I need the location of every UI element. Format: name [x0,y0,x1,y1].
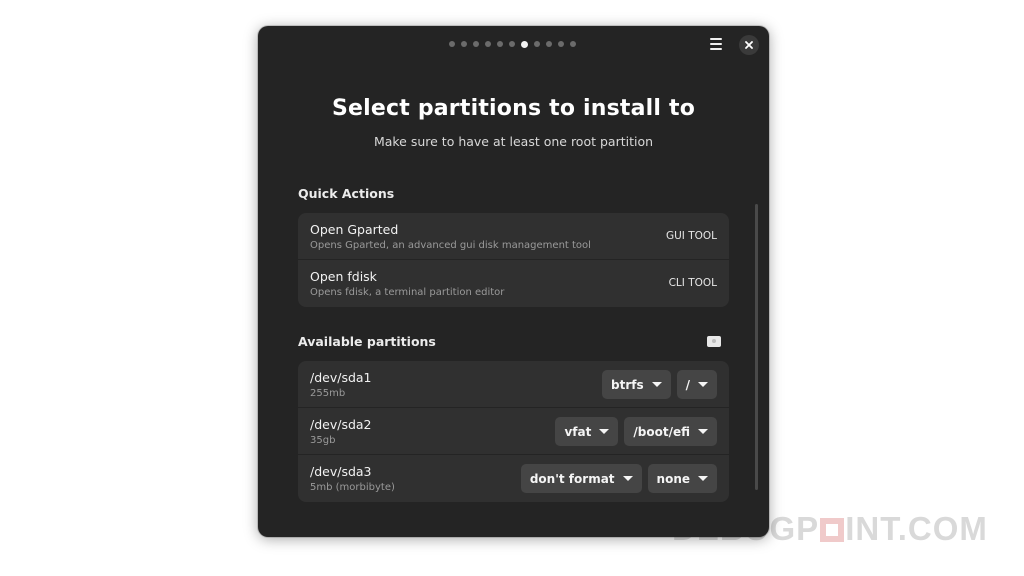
page-dot[interactable] [485,41,491,47]
quick-action-fdisk[interactable]: Open fdisk Opens fdisk, a terminal parti… [298,260,729,307]
page-dot[interactable] [509,41,515,47]
close-button[interactable] [739,35,759,55]
format-dropdown[interactable]: vfat [555,417,619,446]
mountpoint-dropdown[interactable]: none [647,464,717,493]
mountpoint-dropdown-value: none [656,471,690,486]
page-subtitle: Make sure to have at least one root part… [373,134,654,149]
quick-action-gparted[interactable]: Open Gparted Opens Gparted, an advanced … [298,213,729,260]
format-dropdown-value: don't format [529,471,615,486]
page-dot[interactable] [534,41,540,47]
quick-action-tag: GUI TOOL [665,230,717,242]
page-dot-active[interactable] [521,40,528,48]
chevron-down-icon [698,476,708,481]
hamburger-line [710,48,722,50]
page-indicator [258,40,769,48]
quick-action-title: Open fdisk [310,269,377,284]
format-dropdown[interactable]: btrfs [602,370,671,399]
format-dropdown-value: vfat [564,424,592,439]
hamburger-menu-icon [710,38,722,40]
quick-action-description: Opens fdisk, a terminal partition editor [310,287,505,298]
chevron-down-icon [622,476,633,481]
page-title: Select partitions to install to [331,96,696,121]
chevron-down-icon [599,429,610,434]
page-dot[interactable] [497,41,503,47]
quick-actions-list: Open Gparted Opens Gparted, an advanced … [298,213,729,307]
watermark-suffix: INT.COM [845,510,988,547]
main-menu-button[interactable] [707,35,725,53]
partition-size: 35gb [310,435,336,446]
page-dot[interactable] [558,41,564,47]
quick-actions-heading: Quick Actions [298,186,395,201]
quick-action-description: Opens Gparted, an advanced gui disk mana… [310,240,591,251]
chevron-down-icon [651,382,662,387]
quick-action-title: Open Gparted [310,222,399,237]
mountpoint-dropdown-value: / [685,377,690,392]
partition-size: 5mb (morbibyte) [310,482,395,493]
available-partitions-heading: Available partitions [298,334,436,349]
close-icon [745,41,753,49]
installer-window: Select partitions to install to Make sur… [258,26,769,537]
page-dot[interactable] [473,41,479,47]
drive-icon[interactable] [707,336,721,347]
chevron-down-icon [698,429,708,434]
mountpoint-dropdown-value: /boot/efi [633,424,690,439]
quick-action-tag: CLI TOOL [668,277,717,289]
mountpoint-dropdown[interactable]: /boot/efi [624,417,717,446]
page-dot[interactable] [461,41,467,47]
page-dot[interactable] [570,41,576,47]
mountpoint-dropdown[interactable]: / [676,370,717,399]
partition-device: /dev/sda3 [310,464,372,479]
partition-row: /dev/sda2 35gb vfat /boot/efi [298,408,729,455]
hamburger-line [710,43,722,45]
watermark-logo-icon [820,518,845,542]
page-dot[interactable] [449,41,455,47]
partition-device: /dev/sda2 [310,417,372,432]
partition-size: 255mb [310,388,346,399]
partition-row: /dev/sda1 255mb btrfs / [298,361,729,408]
scrollbar[interactable] [755,204,758,490]
screen: DEBUGPINT.COM Select partitions to insta… [0,0,1024,576]
partition-device: /dev/sda1 [310,370,372,385]
format-dropdown-value: btrfs [611,377,644,392]
partitions-list: /dev/sda1 255mb btrfs / /dev/sda2 35gb v… [298,361,729,502]
page-dot[interactable] [546,41,552,47]
chevron-down-icon [698,382,708,387]
format-dropdown[interactable]: don't format [520,464,642,493]
partition-row: /dev/sda3 5mb (morbibyte) don't format n… [298,455,729,502]
